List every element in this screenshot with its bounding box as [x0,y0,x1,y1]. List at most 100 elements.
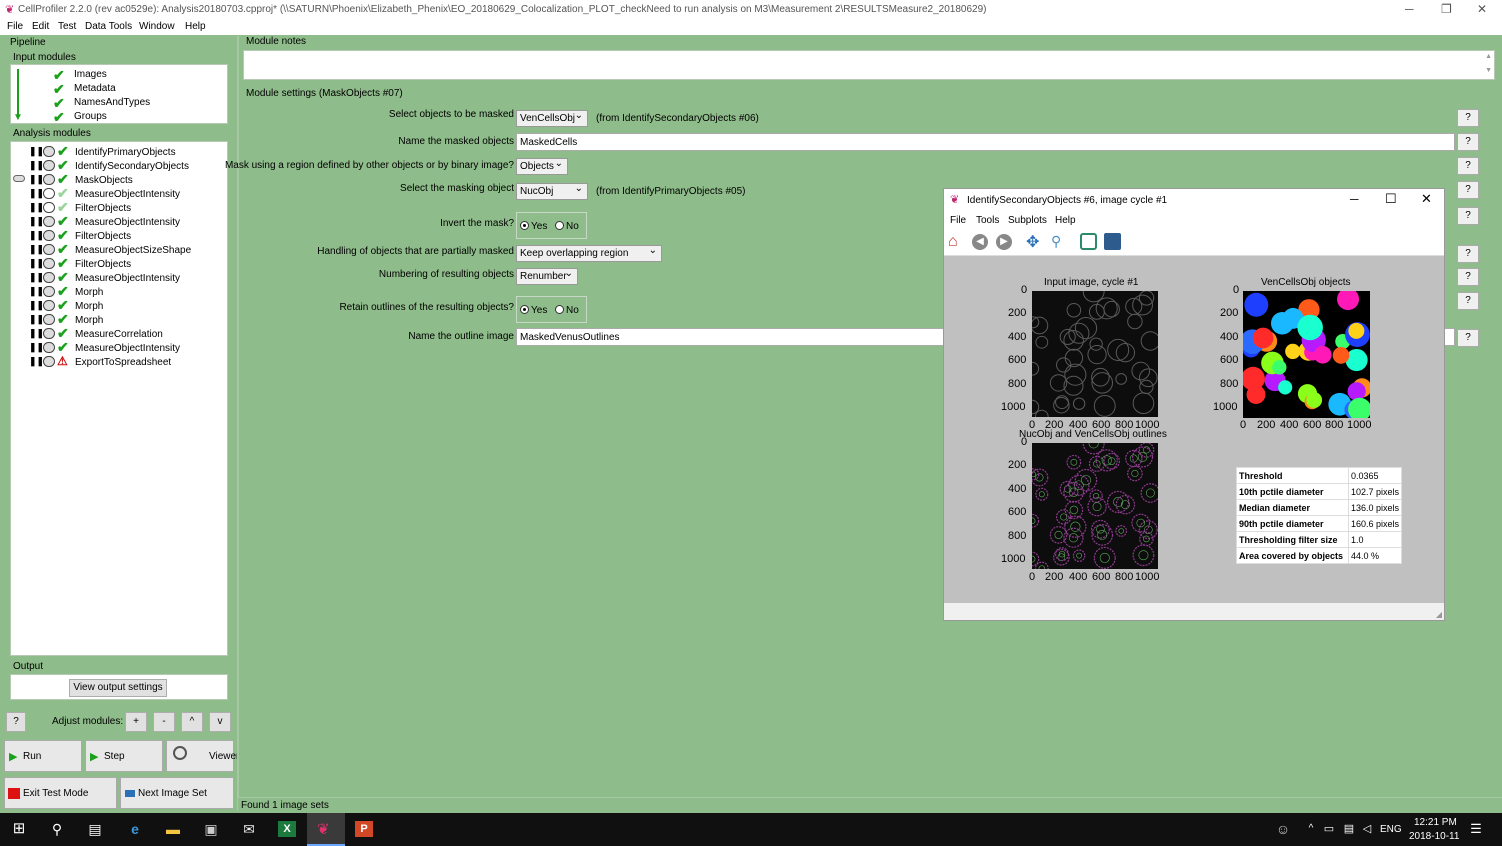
analysis-module-row[interactable]: ❚❚ ✔ MeasureObjectIntensity [11,214,221,229]
task-view-icon[interactable]: ▤ [86,821,104,837]
analysis-module-row[interactable]: ❚❚ ✔ MeasureObjectSizeShape [11,242,221,257]
forward-icon[interactable]: ▶ [996,234,1012,250]
figure-minimize-button[interactable]: ─ [1350,192,1359,206]
menu-data-tools[interactable]: Data Tools [85,21,132,32]
help-button-numbering[interactable]: ? [1457,268,1479,286]
help-button-outline[interactable]: ? [1457,329,1479,347]
pause-icon[interactable]: ❚❚ [29,187,44,199]
resize-grip-icon[interactable]: ◢ [1436,610,1442,619]
scroll-down-icon[interactable]: ▼ [1485,67,1492,74]
pause-icon[interactable]: ❚❚ [29,145,44,157]
retain-no-radio[interactable]: No [555,305,579,316]
pause-icon[interactable]: ❚❚ [29,201,44,213]
store-icon[interactable]: ▣ [202,821,220,837]
move-down-button[interactable]: v [209,712,231,732]
edge-browser-icon[interactable]: e [126,821,144,837]
view-output-settings-button[interactable]: View output settings [69,679,167,697]
analysis-module-row[interactable]: ❚❚ ✔ MeasureObjectIntensity [11,270,221,285]
pause-icon[interactable]: ❚❚ [29,313,44,325]
pause-icon[interactable]: ❚❚ [29,355,44,367]
current-module-slider-icon[interactable] [13,175,25,182]
invert-yes-radio[interactable]: Yes [520,221,547,232]
cellprofiler-taskbar-button[interactable]: ❦ [307,813,345,846]
pause-icon[interactable]: ❚❚ [29,159,44,171]
help-button-masked-name[interactable]: ? [1457,133,1479,151]
eye-icon[interactable] [43,230,55,241]
powerpoint-icon[interactable]: P [355,821,373,837]
pause-icon[interactable]: ❚❚ [29,257,44,269]
exit-test-mode-button[interactable]: Exit Test Mode [4,777,117,809]
figure-menu-subplots[interactable]: Subplots [1008,215,1047,226]
excel-icon[interactable]: X [278,821,296,837]
run-button[interactable]: ▶ Run [4,740,82,772]
eye-icon[interactable] [43,160,55,171]
menu-edit[interactable]: Edit [32,21,49,32]
eye-icon[interactable] [43,356,55,367]
masked-objects-name-input[interactable]: MaskedCells [516,133,1455,151]
figure-close-button[interactable]: ✕ [1421,191,1432,207]
help-button-retain[interactable]: ? [1457,292,1479,310]
analysis-module-row[interactable]: ❚❚ ✔ MeasureObjectIntensity [11,186,221,201]
analysis-module-row[interactable]: ❚❚ ✔ MaskObjects [11,172,221,187]
analysis-module-row[interactable]: ❚❚ ✔ FilterObjects [11,200,221,215]
eye-icon[interactable] [43,202,55,213]
save-icon[interactable] [1104,233,1121,250]
file-explorer-icon[interactable]: ▬ [164,821,182,837]
pause-icon[interactable]: ❚❚ [29,341,44,353]
pause-icon[interactable]: ❚❚ [29,299,44,311]
module-help-button[interactable]: ? [6,712,26,732]
pause-icon[interactable]: ❚❚ [29,285,44,297]
eye-icon[interactable] [43,146,55,157]
scroll-up-icon[interactable]: ▲ [1485,53,1492,60]
pause-icon[interactable]: ❚❚ [29,271,44,283]
analysis-module-row[interactable]: ❚❚ ✔ Morph [11,284,221,299]
module-notes-textarea[interactable]: ▲ ▼ [243,50,1495,80]
viewer-button[interactable]: Viewer [166,740,239,772]
mask-using-select[interactable]: Objects [516,158,568,175]
numbering-select[interactable]: Renumber [516,268,578,285]
zoom-icon[interactable]: ⚲ [1051,233,1061,250]
eye-icon[interactable] [43,328,55,339]
clock-date[interactable]: 2018-10-11 [1409,831,1459,842]
close-button[interactable]: ✕ [1477,2,1487,16]
figure-maximize-button[interactable]: ☐ [1385,191,1397,207]
help-button-masking-object[interactable]: ? [1457,181,1479,199]
pan-icon[interactable]: ✥ [1026,232,1039,252]
eye-icon[interactable] [43,342,55,353]
panel-splitter[interactable] [237,36,239,811]
help-button-mask-using[interactable]: ? [1457,157,1479,175]
help-button-objects[interactable]: ? [1457,109,1479,127]
show-hidden-icons-icon[interactable]: ^ [1302,821,1320,837]
menu-window[interactable]: Window [139,21,175,32]
battery-icon[interactable]: ▭ [1320,821,1338,837]
analysis-module-row[interactable]: ❚❚ ✔ MeasureCorrelation [11,326,221,341]
objects-to-mask-select[interactable]: VenCellsObj [516,110,588,127]
add-module-button[interactable]: + [125,712,147,732]
masking-object-select[interactable]: NucObj [516,183,588,200]
analysis-module-row[interactable]: ❚❚ ✔ Morph [11,312,221,327]
remove-module-button[interactable]: - [153,712,175,732]
menu-help[interactable]: Help [185,21,206,32]
action-center-icon[interactable]: ☰ [1467,821,1485,837]
invert-no-radio[interactable]: No [555,221,579,232]
eye-icon[interactable] [43,272,55,283]
eye-icon[interactable] [43,244,55,255]
mail-icon[interactable]: ✉ [240,821,258,837]
language-indicator[interactable]: ENG [1380,824,1402,835]
network-icon[interactable]: ▤ [1340,821,1358,837]
analysis-module-row[interactable]: ❚❚ ✔ FilterObjects [11,228,221,243]
eye-icon[interactable] [43,216,55,227]
analysis-module-row[interactable]: ❚❚ ✔ IdentifySecondaryObjects [11,158,221,173]
back-icon[interactable]: ◀ [972,234,988,250]
help-button-invert[interactable]: ? [1457,207,1479,225]
eye-icon[interactable] [43,258,55,269]
volume-muted-icon[interactable]: ◁ [1358,821,1376,837]
eye-icon[interactable] [43,174,55,185]
analysis-module-row[interactable]: ❚❚ ⚠ ExportToSpreadsheet [11,355,221,369]
restore-button[interactable]: ❐ [1441,2,1452,16]
pause-icon[interactable]: ❚❚ [29,229,44,241]
step-button[interactable]: ▶ Step [85,740,163,772]
partial-handling-select[interactable]: Keep overlapping region [516,245,662,262]
pause-icon[interactable]: ❚❚ [29,327,44,339]
pause-icon[interactable]: ❚❚ [29,243,44,255]
